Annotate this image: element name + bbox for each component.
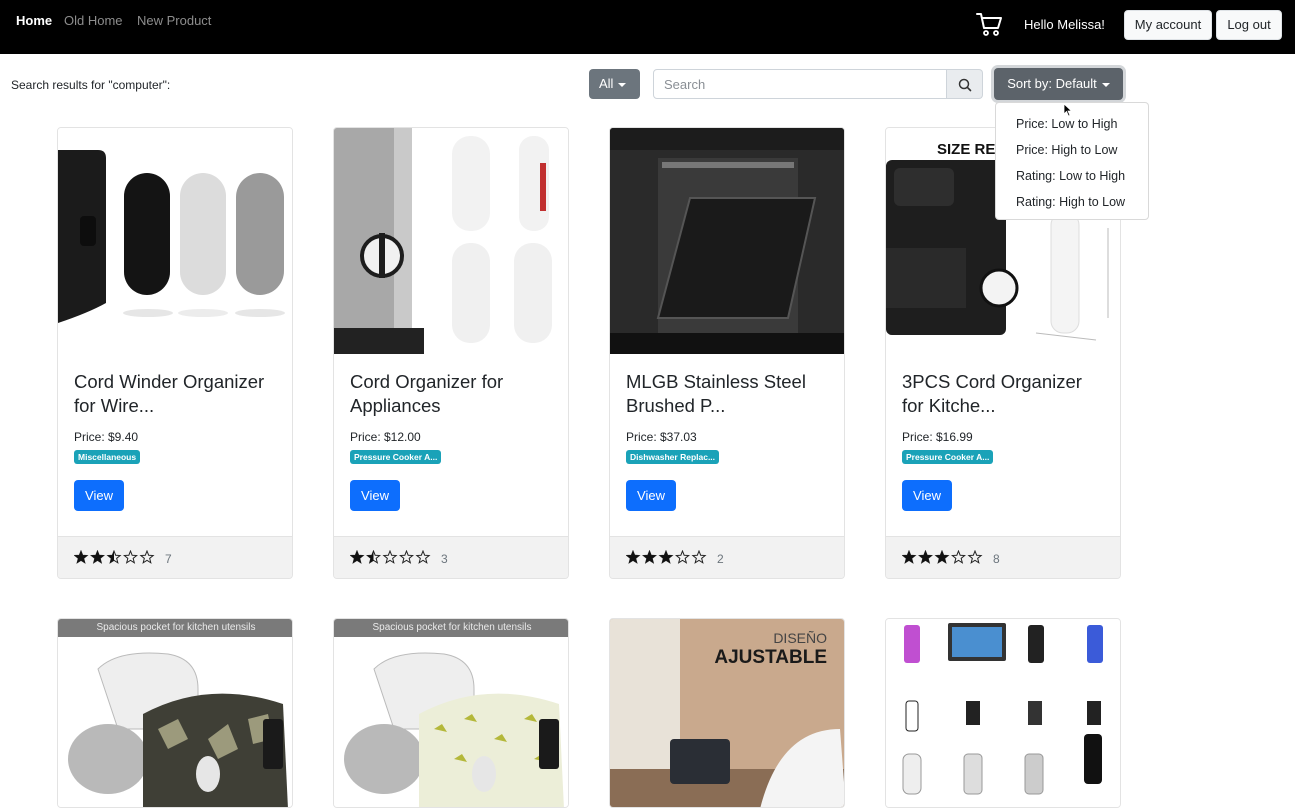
star-fill (643, 551, 656, 563)
category-badge: Pressure Cooker A... (902, 450, 994, 464)
logout-button[interactable]: Log out (1216, 10, 1282, 40)
rating-stars (74, 550, 155, 564)
rating-stars (626, 550, 707, 564)
product-price: Price: $9.40 (74, 430, 139, 444)
star-icon (123, 550, 138, 564)
image-banner: Spacious pocket for kitchen utensils (334, 619, 568, 637)
cart-icon[interactable] (975, 11, 1003, 37)
product-price: Price: $16.99 (902, 430, 973, 444)
star-fill (74, 551, 88, 563)
review-count: 3 (441, 552, 448, 566)
star-icon (675, 550, 690, 564)
star-icon (415, 550, 431, 564)
nav-old-home-link[interactable]: Old Home (64, 13, 123, 28)
category-dropdown-button[interactable]: All (589, 69, 640, 99)
star-fill (659, 551, 673, 563)
rating-stars (350, 550, 431, 564)
category-badge: Pressure Cooker A... (350, 450, 442, 464)
caret-down-icon (1101, 82, 1110, 87)
product-card (885, 618, 1121, 808)
mouse-cursor-icon (1063, 103, 1073, 117)
product-image[interactable] (886, 619, 1120, 807)
star-fill (935, 551, 949, 563)
product-title: MLGB Stainless Steel Brushed P... (626, 371, 806, 416)
search-results-label: Search results for "computer": (11, 78, 171, 92)
product-card: MLGB Stainless Steel Brushed P... Price:… (609, 127, 845, 579)
product-title: Cord Winder Organizer for Wire... (74, 371, 265, 416)
search-input[interactable] (653, 69, 947, 99)
product-image[interactable] (58, 128, 292, 354)
star-icon (951, 550, 966, 564)
card-footer: 8 (886, 536, 1120, 578)
star-fill (626, 551, 640, 563)
caret-down-icon (618, 82, 627, 87)
card-footer: 3 (334, 536, 568, 578)
product-image[interactable] (610, 128, 844, 354)
my-account-button[interactable]: My account (1124, 10, 1212, 40)
sort-dropdown-menu: Price: Low to High Price: High to Low Ra… (995, 102, 1149, 220)
star-icon (967, 550, 983, 564)
sort-option-rating-low-high[interactable]: Rating: Low to High (996, 163, 1148, 189)
product-image[interactable] (334, 128, 568, 354)
star-fill (91, 551, 104, 563)
product-card: Spacious pocket for kitchen utensils (333, 618, 569, 808)
review-count: 8 (993, 552, 1000, 566)
rating-stars (902, 550, 983, 564)
category-badge: Dishwasher Replac... (626, 450, 720, 464)
star-icon (382, 550, 398, 564)
star-fill (902, 551, 916, 563)
view-button[interactable]: View (350, 480, 400, 511)
view-button[interactable]: View (902, 480, 952, 511)
product-card: Cord Winder Organizer for Wire... Price:… (57, 127, 293, 579)
search-button[interactable] (947, 69, 983, 99)
card-footer: 2 (610, 536, 844, 578)
review-count: 2 (717, 552, 724, 566)
review-count: 7 (165, 552, 172, 566)
product-image[interactable]: DISEÑO AJUSTABLE (610, 619, 844, 807)
ajustable-text: AJUSTABLE (714, 647, 827, 668)
product-card: Cord Organizer for Appliances Price: $12… (333, 127, 569, 579)
navbar: Home Old Home New Product Hello Melissa!… (0, 0, 1295, 54)
product-title: 3PCS Cord Organizer for Kitche... (902, 371, 1082, 416)
product-price: Price: $12.00 (350, 430, 421, 444)
product-card: DISEÑO AJUSTABLE (609, 618, 845, 808)
size-text: SIZE RE (937, 141, 995, 158)
nav-home-link[interactable]: Home (16, 13, 52, 28)
sort-dropdown-button[interactable]: Sort by: Default (994, 68, 1123, 100)
nav-new-product-link[interactable]: New Product (137, 13, 211, 28)
star-icon (139, 550, 155, 564)
product-image[interactable]: Spacious pocket for kitchen utensils (334, 619, 568, 807)
view-button[interactable]: View (626, 480, 676, 511)
category-label: All (599, 76, 614, 91)
product-card: Spacious pocket for kitchen utensils (57, 618, 293, 808)
sort-option-rating-high-low[interactable]: Rating: High to Low (996, 189, 1148, 215)
product-price: Price: $37.03 (626, 430, 697, 444)
view-button[interactable]: View (74, 480, 124, 511)
star-icon (399, 550, 414, 564)
sort-label: Sort by: Default (1007, 76, 1097, 91)
diseno-text: DISEÑO (773, 630, 827, 646)
product-title: Cord Organizer for Appliances (350, 371, 504, 416)
image-banner: Spacious pocket for kitchen utensils (58, 619, 292, 637)
card-footer: 7 (58, 536, 292, 578)
star-icon (691, 550, 707, 564)
search-icon (958, 78, 972, 92)
product-image[interactable]: Spacious pocket for kitchen utensils (58, 619, 292, 807)
star-fill (350, 551, 364, 563)
sort-option-price-high-low[interactable]: Price: High to Low (996, 137, 1148, 163)
category-badge: Miscellaneous (74, 450, 141, 464)
star-fill (919, 551, 932, 563)
greeting-text: Hello Melissa! (1024, 17, 1105, 32)
